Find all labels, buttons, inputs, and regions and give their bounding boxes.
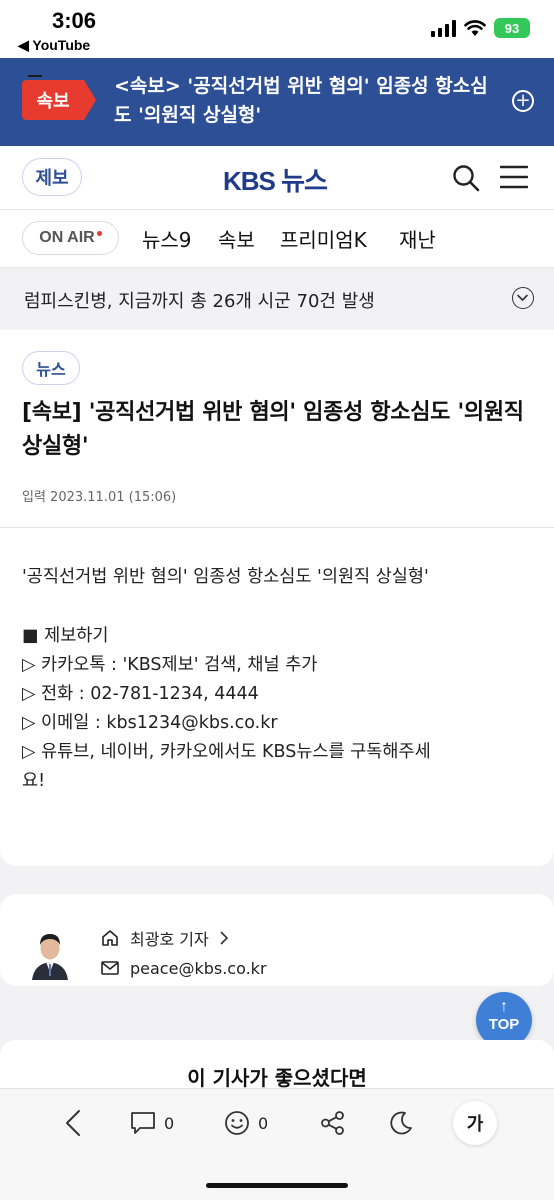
article-date: 입력 2023.11.01 (15:06) (22, 490, 177, 505)
article-lead: '공직선거법 위반 혐의' 임종성 항소심도 '의원직 상실형' (22, 567, 429, 587)
kbs-news-logo[interactable]: KBS 뉴스 (223, 161, 328, 198)
home-indicator (206, 1183, 348, 1188)
report-line: ▷ 전화 : 02-781-1234, 4444 (22, 684, 259, 704)
author-card: 최광호 기자 peace@kbs.co.kr (0, 894, 554, 986)
moon-icon (390, 1111, 412, 1135)
author-email-row[interactable]: peace@kbs.co.kr (100, 958, 267, 978)
nav-item-breaking[interactable]: 속보 (218, 224, 255, 253)
reaction-button[interactable]: 0 (224, 1107, 268, 1139)
comment-icon (131, 1112, 155, 1134)
article-header: 뉴스 [속보] '공직선거법 위반 혐의' 임종성 항소심도 '의원직 상실형'… (0, 330, 554, 528)
chevron-down-icon[interactable] (512, 287, 534, 309)
tip-button[interactable]: 제보 (22, 158, 82, 196)
dark-mode-button[interactable] (388, 1107, 414, 1139)
on-air-label: ON AIR (39, 229, 95, 246)
font-size-button[interactable]: 가 (453, 1101, 497, 1145)
chevron-down-glyph (517, 294, 528, 302)
breaking-news-banner[interactable]: 속보 <속보> '공직선거법 위반 혐의' 임종성 항소심도 '의원직 상실형'… (0, 58, 554, 146)
smile-icon (225, 1111, 249, 1135)
category-nav: ON AIR 뉴스9 속보 프리미엄K 재난 (0, 210, 554, 268)
author-name[interactable]: 최광호 기자 (130, 926, 209, 950)
article-title: [속보] '공직선거법 위반 혐의' 임종성 항소심도 '의원직 상실형' (22, 400, 524, 459)
article-body: '공직선거법 위반 혐의' 임종성 항소심도 '의원직 상실형' ■ 제보하기 … (0, 528, 554, 866)
comment-button[interactable]: 0 (130, 1107, 174, 1139)
top-label: TOP (488, 1016, 520, 1033)
nav-item-news9[interactable]: 뉴스9 (142, 224, 192, 253)
wifi-icon (464, 20, 486, 36)
breaking-headline[interactable]: <속보> '공직선거법 위반 혐의' 임종성 항소심도 '의원직 상실형' (114, 72, 498, 130)
nav-item-premium-k[interactable]: 프리미엄K (280, 224, 367, 253)
report-line: 요! (22, 771, 46, 791)
chevron-right-icon (220, 931, 228, 945)
back-button[interactable] (64, 1107, 82, 1139)
status-bar: 3:06 ◀ YouTube 93 (0, 0, 554, 58)
battery-icon: 93 (494, 18, 530, 38)
home-icon (102, 930, 118, 946)
back-to-app-link[interactable]: ◀ YouTube (18, 37, 90, 54)
reaction-count: 0 (258, 1113, 269, 1133)
breaking-label: 속보 (22, 80, 84, 120)
plus-icon[interactable]: + (512, 90, 534, 112)
cellular-signal-icon (431, 19, 456, 37)
avatar (28, 924, 72, 980)
menu-icon[interactable] (500, 164, 528, 190)
author-email[interactable]: peace@kbs.co.kr (130, 959, 267, 978)
status-time: 3:06 (52, 8, 97, 33)
news-ticker[interactable]: 럼피스킨병, 지금까지 총 26개 시군 70건 발생 (0, 268, 554, 330)
breaking-badge: 속보 (22, 75, 96, 120)
status-icons: 93 (431, 18, 530, 38)
breaking-badge-arrow (84, 80, 96, 120)
search-icon[interactable] (452, 164, 480, 192)
category-chip[interactable]: 뉴스 (22, 351, 80, 385)
report-heading: ■ 제보하기 (22, 626, 109, 646)
arrow-up-icon: ↑ (500, 998, 508, 1015)
on-air-button[interactable]: ON AIR (22, 221, 119, 255)
like-prompt: 이 기사가 좋으셨다면 (187, 1066, 367, 1090)
report-line: ▷ 유튜브, 네이버, 카카오에서도 KBS뉴스를 구독해주세 (22, 742, 431, 762)
report-line: ▷ 이메일 : kbs1234@kbs.co.kr (22, 713, 278, 733)
share-icon (321, 1111, 344, 1135)
share-button[interactable] (320, 1107, 346, 1139)
live-dot (96, 230, 102, 236)
nav-item-disaster[interactable]: 재난 (399, 224, 436, 253)
ticker-text[interactable]: 럼피스킨병, 지금까지 총 26개 시군 70건 발생 (24, 287, 375, 313)
author-name-row[interactable]: 최광호 기자 (100, 926, 229, 950)
comment-count: 0 (164, 1113, 175, 1133)
mail-icon (101, 961, 119, 975)
chevron-left-icon (66, 1110, 80, 1136)
report-line: ▷ 카카오톡 : 'KBS제보' 검색, 채널 추가 (22, 655, 318, 675)
site-header: 제보 KBS 뉴스 (0, 146, 554, 210)
